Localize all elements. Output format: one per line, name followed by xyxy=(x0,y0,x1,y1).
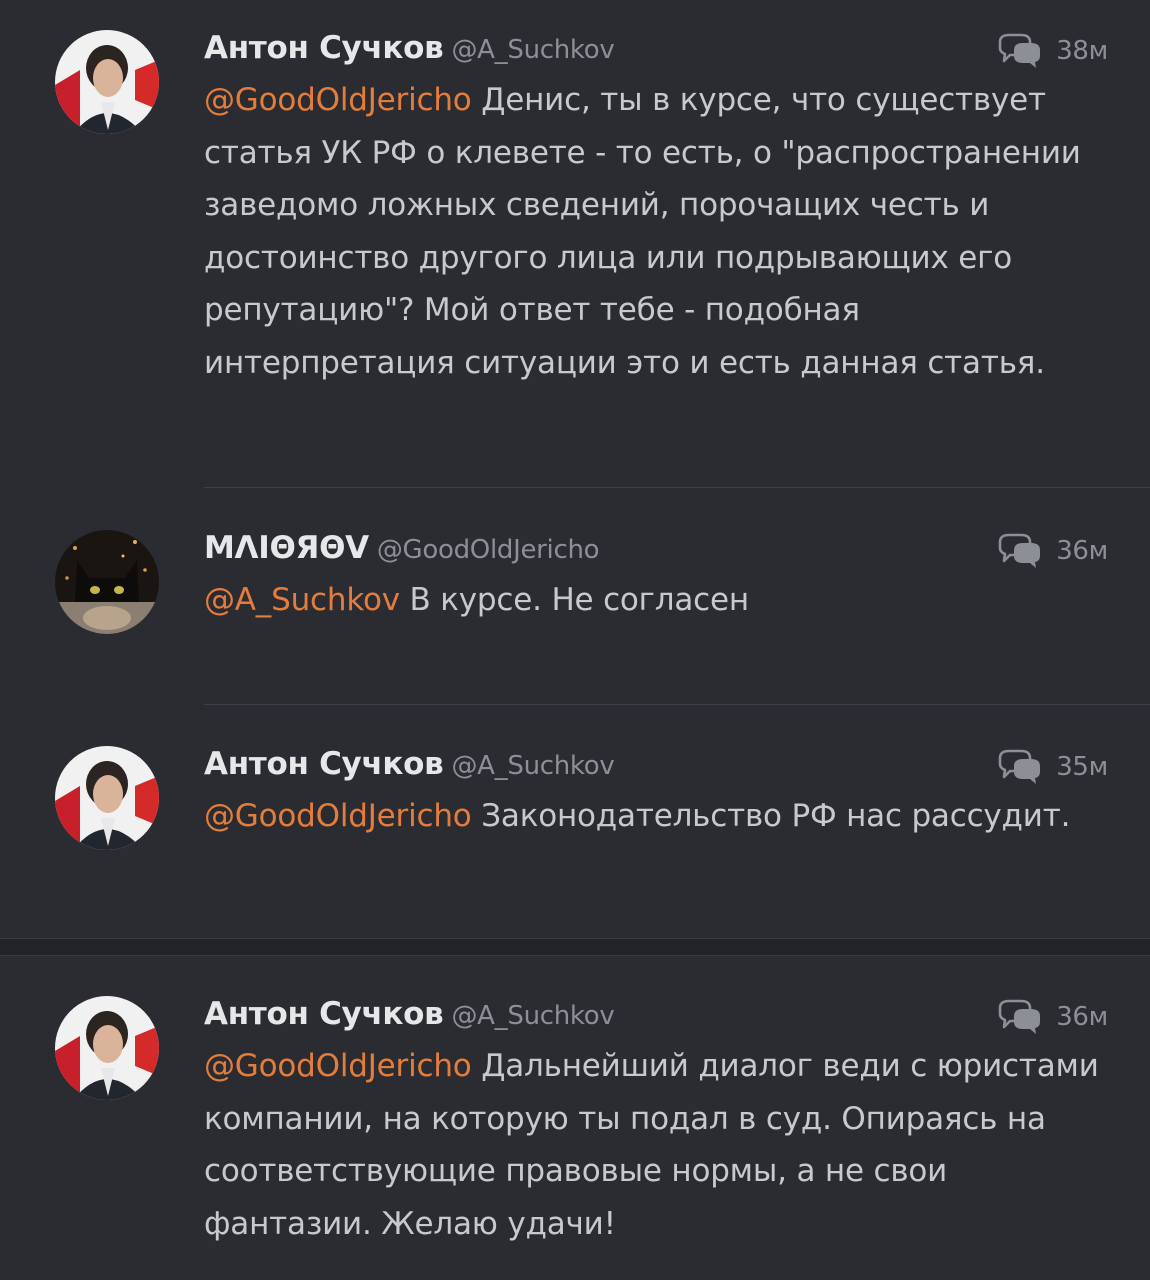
avatar[interactable] xyxy=(55,746,159,850)
avatar[interactable] xyxy=(55,30,159,134)
tweet-text: @GoodOldJericho Дальнейший диалог веди с… xyxy=(204,1040,1114,1250)
divider xyxy=(204,487,1150,488)
reply-bubbles-icon[interactable] xyxy=(996,748,1042,786)
tweet-text: @A_Suchkov В курсе. Не согласен xyxy=(204,574,1114,627)
author-name[interactable]: Антон Сучков xyxy=(204,746,444,782)
mention-link[interactable]: @GoodOldJericho xyxy=(204,798,472,834)
author-handle[interactable]: @GoodOldJericho xyxy=(377,535,600,565)
timestamp: 38м xyxy=(1056,36,1108,66)
author-handle[interactable]: @A_Suchkov xyxy=(451,751,614,781)
tweet-body: Денис, ты в курсе, что существует статья… xyxy=(204,82,1081,381)
reply-bubbles-icon[interactable] xyxy=(996,998,1042,1036)
tweet-body: В курсе. Не согласен xyxy=(399,582,750,618)
section-separator xyxy=(0,938,1150,956)
tweet-text: @GoodOldJericho Денис, ты в курсе, что с… xyxy=(204,74,1114,389)
author-name[interactable]: Антон Сучков xyxy=(204,30,444,66)
timestamp: 35м xyxy=(1056,752,1108,782)
mention-link[interactable]: @A_Suchkov xyxy=(204,582,400,618)
tweet-body: Законодательство РФ нас рассудит. xyxy=(471,798,1071,834)
timestamp: 36м xyxy=(1056,1002,1108,1032)
avatar[interactable] xyxy=(55,530,159,634)
mention-link[interactable]: @GoodOldJericho xyxy=(204,1048,472,1084)
author-name[interactable]: MΛIΘЯΘV xyxy=(204,530,369,566)
author-name[interactable]: Антон Сучков xyxy=(204,996,444,1032)
author-handle[interactable]: @A_Suchkov xyxy=(451,35,614,65)
author-handle[interactable]: @A_Suchkov xyxy=(451,1001,614,1031)
timestamp: 36м xyxy=(1056,536,1108,566)
mention-link[interactable]: @GoodOldJericho xyxy=(204,82,472,118)
tweet-text: @GoodOldJericho Законодательство РФ нас … xyxy=(204,790,1114,843)
avatar[interactable] xyxy=(55,996,159,1100)
reply-bubbles-icon[interactable] xyxy=(996,32,1042,70)
reply-bubbles-icon[interactable] xyxy=(996,532,1042,570)
divider xyxy=(204,704,1150,705)
